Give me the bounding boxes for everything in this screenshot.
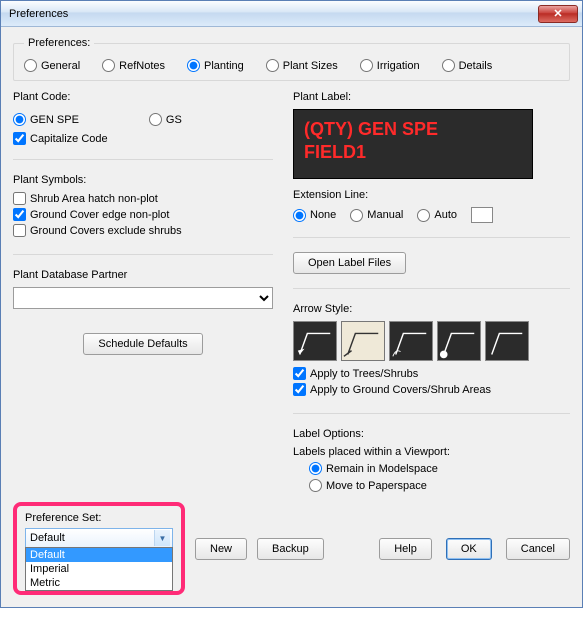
pref-option-imperial[interactable]: Imperial [26, 562, 172, 576]
arrow-style-3[interactable] [389, 321, 433, 361]
check-apply-gc[interactable]: Apply to Ground Covers/Shrub Areas [293, 383, 570, 396]
plant-symbols-group: Plant Symbols: Shrub Area hatch non-plot… [13, 174, 273, 240]
plant-label-title: Plant Label: [293, 91, 570, 103]
preference-set-label: Preference Set: [25, 512, 173, 524]
preference-set-dropdown[interactable]: Default Imperial Metric [25, 547, 173, 591]
extension-line-group: Extension Line: None Manual Auto [293, 189, 570, 223]
plant-code-title: Plant Code: [13, 91, 273, 103]
arrow-style-title: Arrow Style: [293, 303, 570, 315]
radio-ext-manual[interactable]: Manual [350, 209, 403, 222]
arrow-style-5[interactable] [485, 321, 529, 361]
pref-radio-details[interactable]: Details [442, 59, 493, 72]
arrow-style-group: Arrow Style: Apply to Trees/Shrubs Apply… [293, 303, 570, 399]
pref-radio-plantsizes[interactable]: Plant Sizes [266, 59, 338, 72]
db-partner-group: Plant Database Partner [13, 269, 273, 309]
plant-symbols-title: Plant Symbols: [13, 174, 273, 186]
db-partner-title: Plant Database Partner [13, 269, 273, 281]
check-apply-trees[interactable]: Apply to Trees/Shrubs [293, 367, 570, 380]
radio-move-paperspace[interactable]: Move to Paperspace [293, 479, 570, 492]
pref-radio-planting[interactable]: Planting [187, 59, 244, 72]
new-button[interactable]: New [195, 538, 247, 560]
close-icon: ✕ [553, 7, 562, 20]
schedule-defaults-button[interactable]: Schedule Defaults [83, 333, 202, 355]
plant-label-group: Plant Label: (QTY) GEN SPE FIELD1 [293, 91, 570, 179]
radio-gen-spe[interactable]: GEN SPE [13, 113, 79, 126]
chevron-down-icon: ▼ [154, 530, 170, 546]
check-shrub-hatch[interactable]: Shrub Area hatch non-plot [13, 192, 273, 205]
pref-radio-refnotes[interactable]: RefNotes [102, 59, 165, 72]
radio-gs[interactable]: GS [149, 113, 182, 126]
titlebar[interactable]: Preferences ✕ [1, 1, 582, 27]
help-button[interactable]: Help [379, 538, 432, 560]
label-options-subtitle: Labels placed within a Viewport: [293, 446, 570, 458]
close-button[interactable]: ✕ [538, 5, 578, 23]
plant-label-preview: (QTY) GEN SPE FIELD1 [293, 109, 533, 179]
ok-button[interactable]: OK [446, 538, 492, 560]
preference-set-combo[interactable]: Default ▼ [25, 528, 173, 548]
arrow-style-4[interactable] [437, 321, 481, 361]
db-partner-select[interactable] [13, 287, 273, 309]
preference-set-highlight: Preference Set: Default ▼ Default Imperi… [13, 502, 185, 595]
pref-option-metric[interactable]: Metric [26, 576, 172, 590]
radio-remain-modelspace[interactable]: Remain in Modelspace [293, 462, 570, 475]
arrow-style-1[interactable] [293, 321, 337, 361]
preference-set-value: Default [30, 532, 65, 544]
pref-option-default[interactable]: Default [26, 548, 172, 562]
preview-line2: FIELD1 [304, 141, 522, 164]
preferences-legend: Preferences: [24, 37, 94, 49]
cancel-button[interactable]: Cancel [506, 538, 570, 560]
label-options-group: Label Options: Labels placed within a Vi… [293, 428, 570, 496]
check-capitalize-code[interactable]: Capitalize Code [13, 132, 273, 145]
check-gc-edge[interactable]: Ground Cover edge non-plot [13, 208, 273, 221]
open-label-files-button[interactable]: Open Label Files [293, 252, 406, 274]
plant-code-group: Plant Code: GEN SPE GS Capitalize Code [13, 91, 273, 145]
radio-ext-none[interactable]: None [293, 209, 336, 222]
backup-button[interactable]: Backup [257, 538, 324, 560]
pref-radio-general[interactable]: General [24, 59, 80, 72]
window-title: Preferences [9, 8, 538, 20]
pref-radio-irrigation[interactable]: Irrigation [360, 59, 420, 72]
extension-line-title: Extension Line: [293, 189, 570, 201]
preferences-window: Preferences ✕ Preferences: General RefNo… [0, 0, 583, 608]
ext-color-swatch[interactable] [471, 207, 493, 223]
label-options-title: Label Options: [293, 428, 570, 440]
preview-line1: (QTY) GEN SPE [304, 118, 522, 141]
radio-ext-auto[interactable]: Auto [417, 209, 457, 222]
check-gc-exclude[interactable]: Ground Covers exclude shrubs [13, 224, 273, 237]
preferences-group: Preferences: General RefNotes Planting P… [13, 37, 570, 81]
arrow-style-2[interactable] [341, 321, 385, 361]
